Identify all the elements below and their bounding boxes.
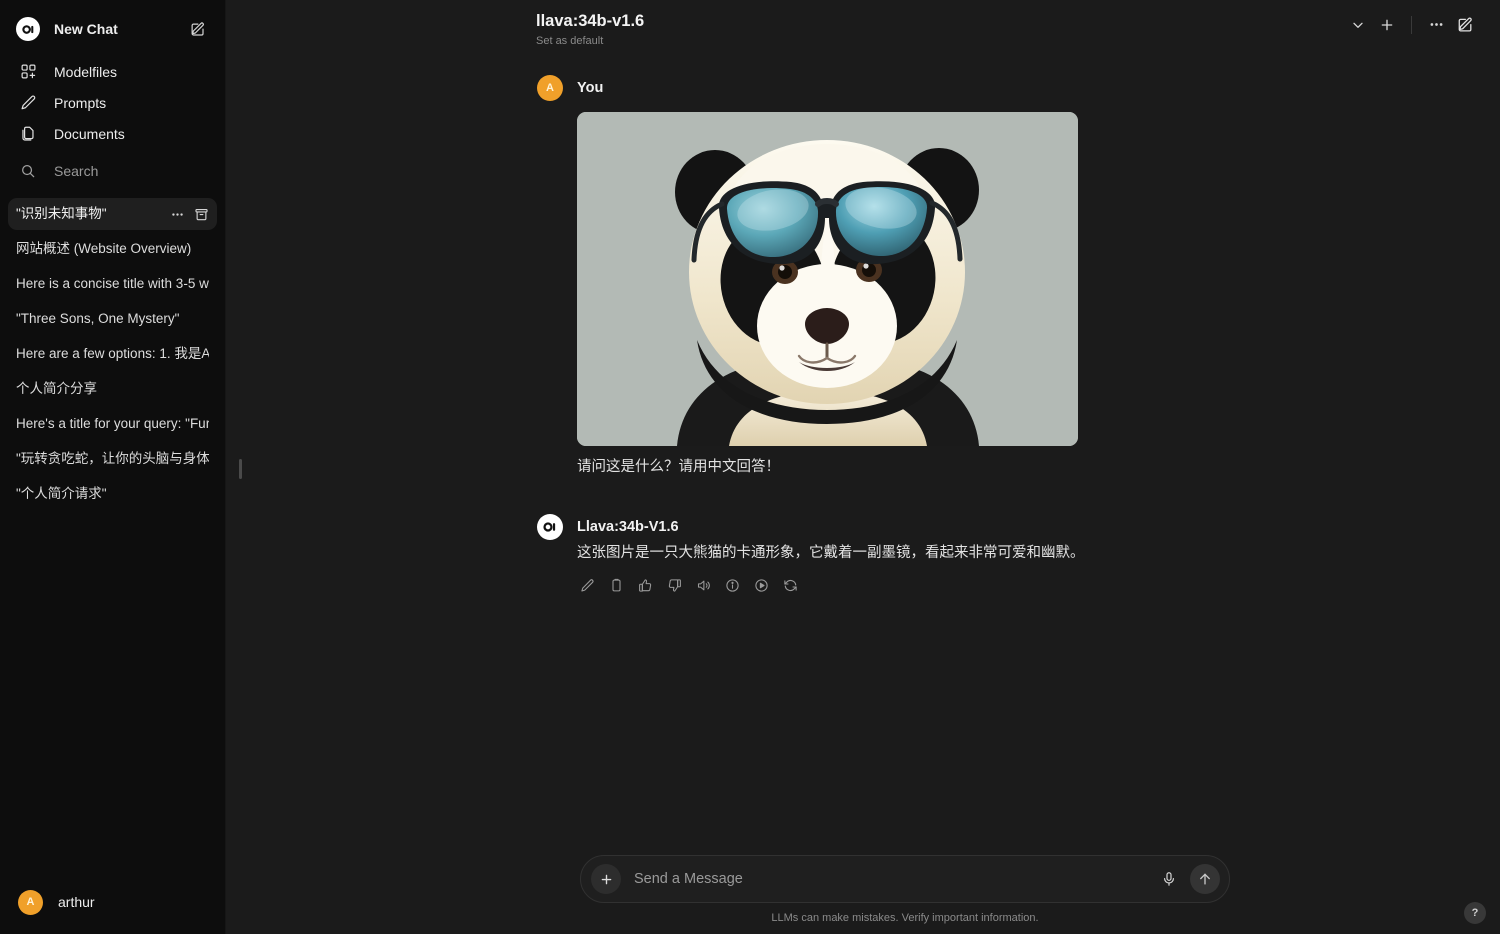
new-chat-edit-icon[interactable] xyxy=(1453,12,1478,37)
chat-title: 网站概述 (Website Overview) xyxy=(16,241,192,256)
edit-icon[interactable] xyxy=(577,575,597,595)
new-chat-button[interactable]: New Chat xyxy=(10,12,215,46)
chat-title: "识别未知事物" xyxy=(16,206,107,221)
chat-list-item[interactable]: 网站概述 (Website Overview) xyxy=(8,233,217,265)
message-header: Llava:34b-V1.6 xyxy=(537,513,1173,541)
chat-title: Here are a few options: 1. 我是AI语 xyxy=(16,346,209,361)
main-panel: llava:34b-v1.6 Set as default A You 请问这是… xyxy=(226,0,1500,934)
message-input[interactable] xyxy=(634,871,1155,887)
avatar: A xyxy=(18,889,43,915)
sidebar-resize-handle[interactable] xyxy=(239,459,242,479)
chat-list-item[interactable]: Here are a few options: 1. 我是AI语 xyxy=(8,338,217,370)
send-button[interactable] xyxy=(1190,864,1220,894)
documents-icon xyxy=(16,125,40,142)
topbar-actions xyxy=(1345,12,1478,37)
search-placeholder: Search xyxy=(54,162,99,179)
chat-item-actions xyxy=(163,206,209,222)
message-actions xyxy=(577,575,1173,595)
chat-title: "Three Sons, One Mystery" xyxy=(16,311,180,326)
chat-title: 个人简介分享 xyxy=(16,381,97,396)
chat-list-item[interactable]: 个人简介分享 xyxy=(8,373,217,405)
message-body: 这张图片是一只大熊猫的卡通形象，它戴着一副墨镜，看起来非常可爱和幽默。 xyxy=(577,541,1173,595)
add-attachment-button[interactable] xyxy=(591,864,621,894)
new-chat-label: New Chat xyxy=(54,21,118,37)
avatar: A xyxy=(537,75,563,101)
sidebar-item-label: Documents xyxy=(54,125,125,142)
app-root: New Chat Modelfiles Prompts Documents Se… xyxy=(0,0,1500,934)
modelfiles-squares-icon xyxy=(16,63,40,80)
play-circle-icon[interactable] xyxy=(751,575,771,595)
search-icon xyxy=(16,163,40,179)
openwebui-logo-icon xyxy=(16,17,40,41)
regenerate-icon[interactable] xyxy=(780,575,800,595)
user-account-button[interactable]: A arthur xyxy=(10,884,215,920)
plus-icon[interactable] xyxy=(1374,12,1399,37)
sidebar-item-documents[interactable]: Documents xyxy=(10,118,215,149)
thumbs-up-icon[interactable] xyxy=(635,575,655,595)
composer xyxy=(580,855,1230,903)
set-as-default-button[interactable]: Set as default xyxy=(536,35,644,47)
sidebar-top: New Chat xyxy=(0,0,225,46)
chat-list-item[interactable]: Here is a concise title with 3-5 word xyxy=(8,268,217,300)
sidebar-item-prompts[interactable]: Prompts xyxy=(10,87,215,118)
chat-title: Here's a title for your query: "Furry I xyxy=(16,416,209,431)
help-button[interactable]: ? xyxy=(1464,902,1486,924)
chat-list-item[interactable]: "识别未知事物" xyxy=(8,198,217,230)
help-label: ? xyxy=(1471,907,1479,919)
speaker-icon[interactable] xyxy=(693,575,713,595)
message-body: 请问这是什么？请用中文回答！ xyxy=(577,112,1173,479)
model-selector[interactable]: llava:34b-v1.6 Set as default xyxy=(536,10,644,47)
panda-illustration xyxy=(577,112,1078,446)
message-text: 这张图片是一只大熊猫的卡通形象，它戴着一副墨镜，看起来非常可爱和幽默。 xyxy=(577,545,1085,561)
sidebar-nav: Modelfiles Prompts Documents xyxy=(0,46,225,149)
message-author: Llava:34b-V1.6 xyxy=(577,519,679,535)
new-chat-edit-icon[interactable] xyxy=(187,18,209,40)
chat-title: Here is a concise title with 3-5 word xyxy=(16,276,209,291)
info-icon[interactable] xyxy=(722,575,742,595)
chat-list-item[interactable]: "玩转贪吃蛇，让你的头脑与身体保 xyxy=(8,443,217,475)
chevron-down-icon[interactable] xyxy=(1345,12,1370,37)
message-header: A You xyxy=(537,74,1173,102)
chat-list-item[interactable]: "个人简介请求" xyxy=(8,478,217,510)
ellipsis-icon[interactable] xyxy=(169,206,185,222)
composer-area: LLMs can make mistakes. Verify important… xyxy=(226,855,1500,934)
topbar: llava:34b-v1.6 Set as default xyxy=(226,0,1500,58)
sidebar: New Chat Modelfiles Prompts Documents Se… xyxy=(0,0,226,934)
message-user: A You 请问这是什么？请用中文回答！ xyxy=(537,74,1173,479)
message-assistant: Llava:34b-V1.6 这张图片是一只大熊猫的卡通形象，它戴着一副墨镜，看… xyxy=(537,513,1173,595)
chat-list-item[interactable]: Here's a title for your query: "Furry I xyxy=(8,408,217,440)
archive-box-icon[interactable] xyxy=(193,206,209,222)
search-input[interactable]: Search xyxy=(10,155,215,186)
pencil-icon xyxy=(16,94,40,111)
user-name: arthur xyxy=(58,894,95,910)
chat-history-list: "识别未知事物" 网站概述 (Website Overview) Here is… xyxy=(0,198,225,876)
ellipsis-icon[interactable] xyxy=(1424,12,1449,37)
page-title: llava:34b-v1.6 xyxy=(536,12,645,30)
message-text: 请问这是什么？请用中文回答！ xyxy=(577,459,780,475)
sidebar-item-label: Prompts xyxy=(54,94,107,111)
divider xyxy=(1411,15,1412,34)
conversation: A You 请问这是什么？请用中文回答！ Llava:34b-V1.6 这张图片… xyxy=(226,58,1500,855)
composer-shell xyxy=(580,855,1230,903)
openwebui-logo-icon xyxy=(537,514,563,540)
thumbs-down-icon[interactable] xyxy=(664,575,684,595)
message-author: You xyxy=(577,80,604,96)
sidebar-item-modelfiles[interactable]: Modelfiles xyxy=(10,56,215,87)
sidebar-footer: A arthur xyxy=(0,876,225,934)
sidebar-item-label: Modelfiles xyxy=(54,63,118,80)
disclaimer-text: LLMs can make mistakes. Verify important… xyxy=(771,912,1039,924)
chat-title: "玩转贪吃蛇，让你的头脑与身体保 xyxy=(16,451,209,466)
message-image-attachment[interactable] xyxy=(577,112,1078,446)
copy-icon[interactable] xyxy=(606,575,626,595)
chat-title: "个人简介请求" xyxy=(16,486,107,501)
microphone-icon[interactable] xyxy=(1155,865,1183,893)
chat-list-item[interactable]: "Three Sons, One Mystery" xyxy=(8,303,217,335)
